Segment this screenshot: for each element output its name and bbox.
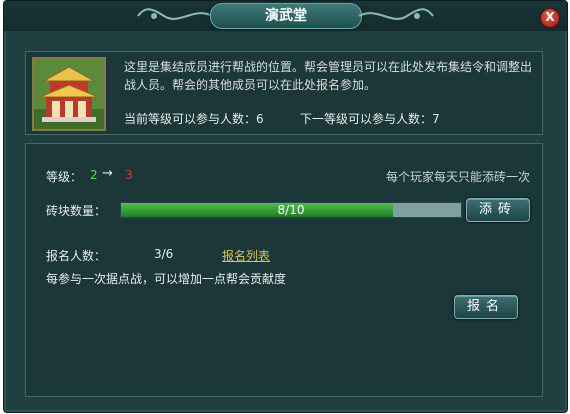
hall-description: 这里是集结成员进行帮战的位置。帮会管理员可以在此处发布集结令和调整出战人员。帮会… [124, 60, 533, 92]
brick-progress-text: 8/10 [277, 203, 305, 217]
guild-hall-window: 演武堂 X 这里是集结成员进行帮战的位置。帮会管理员可以在此处发布集结令和调整出… [3, 0, 568, 413]
brick-count-label: 砖块数量： [46, 204, 107, 218]
close-button[interactable]: X [540, 8, 560, 28]
main-panel: 等级： 2 → 3 每个玩家每天只能添砖一次 砖块数量： 8/10 添砖 报名人… [25, 143, 543, 397]
title-ornament-icon [358, 8, 434, 20]
signup-list-link[interactable]: 报名列表 [222, 247, 270, 264]
title-plaque: 演武堂 [210, 3, 362, 29]
brick-progress-bar: 8/10 [120, 202, 462, 218]
current-level-capacity: 当前等级可以参与人数：6 [124, 112, 264, 126]
level-arrow-icon: → [102, 166, 113, 181]
signup-button[interactable]: 报名 [454, 295, 518, 319]
contribution-bonus-note: 每参与一次据点战，可以增加一点帮会贡献度 [46, 272, 287, 286]
title-ornament-icon [137, 8, 213, 20]
pavilion-building-icon [32, 57, 106, 131]
next-level-capacity: 下一等级可以参与人数：7 [300, 112, 440, 126]
title-bar: 演武堂 X [4, 1, 567, 31]
level-next: 3 [125, 168, 133, 182]
close-icon: X [545, 10, 555, 24]
info-panel: 这里是集结成员进行帮战的位置。帮会管理员可以在此处发布集结令和调整出战人员。帮会… [25, 51, 543, 135]
window-title: 演武堂 [265, 8, 307, 24]
daily-limit-note: 每个玩家每天只能添砖一次 [385, 170, 530, 184]
signup-count-label: 报名人数： [46, 249, 107, 263]
signup-count-value: 3/6 [154, 247, 174, 261]
add-brick-button[interactable]: 添砖 [466, 198, 530, 222]
level-current: 2 [90, 168, 98, 182]
level-label: 等级： [46, 170, 83, 184]
